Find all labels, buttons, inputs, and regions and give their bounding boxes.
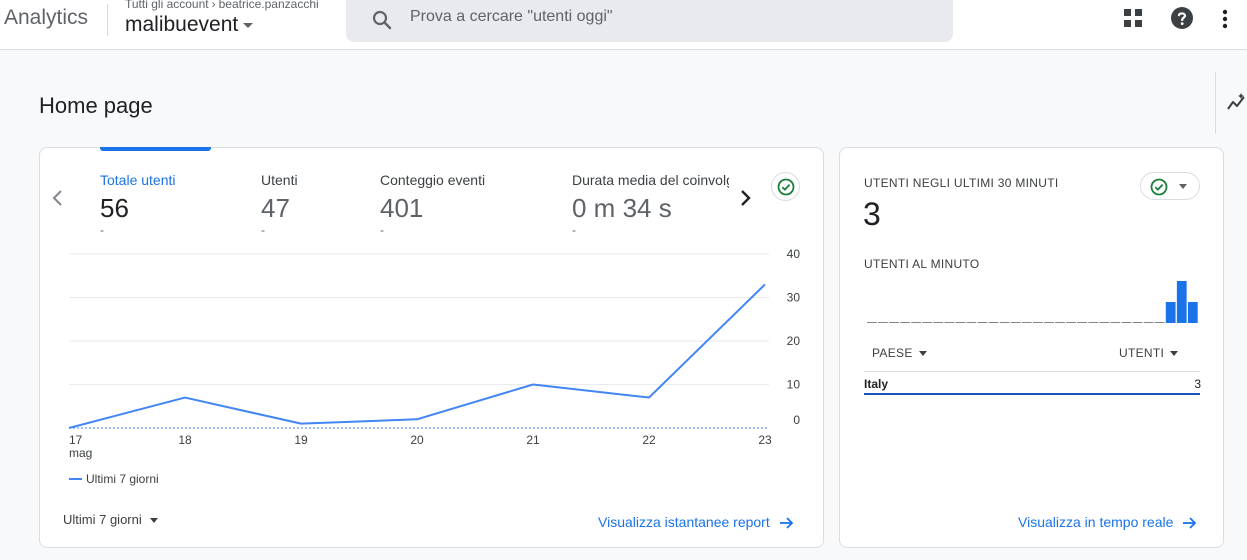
property-name: malibuevent [125,13,239,36]
minute-bar [1110,322,1121,323]
header-label: PAESE [872,346,913,360]
minute-bar [911,322,922,323]
link-label: Visualizza in tempo reale [1018,514,1174,530]
x-tick-label: 18 [178,433,192,447]
legend-swatch [69,478,82,480]
y-tick-label: 20 [787,334,801,348]
minute-bar [1055,322,1065,323]
right-rail-divider [1215,72,1216,134]
minute-bar [966,322,977,323]
app-name[interactable]: Analytics [4,6,88,30]
minute-bar [1021,322,1032,323]
caret-down-icon [149,518,158,524]
minute-bar [1176,281,1187,323]
account-breadcrumb[interactable]: Tutti gli account › beatrice.panzacchi [125,0,319,11]
x-tick-sublabel: mag [69,446,92,460]
x-tick-label: 21 [526,433,540,447]
apps-icon[interactable] [1123,8,1143,28]
series-line [68,283,766,429]
y-tick-label: 30 [787,291,801,305]
x-tick-label: 23 [758,433,772,447]
minute-bar [1044,322,1054,323]
minute-bar [889,322,899,323]
insights-icon[interactable] [1226,92,1247,112]
search-icon [372,10,392,30]
data-quality-dropdown[interactable] [1140,172,1200,200]
view-realtime-link[interactable]: Visualizza in tempo reale [1018,514,1197,530]
caret-down-icon [1179,184,1187,189]
y-tick-label: 10 [787,378,801,392]
more-vert-icon[interactable] [1215,6,1235,32]
date-range-label: Ultimi 7 giorni [63,512,142,527]
link-label: Visualizza istantanee report [598,514,770,530]
users-line-chart: 0 10 20 30 40 17mag 18 19 20 21 22 23 [68,247,801,460]
overview-card: Totale utenti 56 - Utenti 47 - Conteggio… [39,147,824,548]
per-minute-label: UTENTI AL MINUTO [864,257,980,271]
property-selector[interactable]: malibuevent [125,13,254,37]
minute-bar [1143,322,1154,323]
minute-bar [1010,322,1021,323]
x-tick-label: 20 [410,433,424,447]
date-range-selector[interactable]: Ultimi 7 giorni [63,512,158,527]
header-divider [107,4,108,36]
table-row-bar [864,393,1200,395]
x-tick-label: 19 [294,433,308,447]
minute-bar [1099,322,1110,323]
breadcrumb-root: Tutti gli account [125,0,209,11]
caret-down-icon [1170,351,1179,357]
arrow-right-icon [1183,517,1197,529]
table-row-country: Italy [864,377,889,391]
legend-label: Ultimi 7 giorni [86,472,159,486]
breadcrumb-chevron-icon: › [211,0,216,11]
minute-bar [1165,302,1176,323]
minute-bar [1066,322,1076,323]
search-bar[interactable]: Prova a cercare "utenti oggi" [346,0,953,42]
table-header-divider [864,371,1200,372]
caret-down-icon [918,351,927,357]
top-bar: Analytics Tutti gli account › beatrice.pan… [0,0,1247,50]
realtime-title: UTENTI NEGLI ULTIMI 30 MINUTI [864,176,1059,190]
minute-bar [1132,322,1143,323]
minute-bar [900,322,910,323]
minute-bar [977,322,988,323]
minute-bar [878,322,888,323]
minute-bar [999,322,1010,323]
minute-bar [1154,322,1165,323]
x-tick-label: 17 [69,433,83,447]
caret-down-icon [243,22,254,28]
search-input[interactable]: Prova a cercare "utenti oggi" [410,8,613,26]
minute-bar [933,322,944,323]
minute-bar [1033,322,1043,323]
minute-bar [867,322,877,323]
header-label: UTENTI [1119,346,1165,360]
view-reports-snapshot-link[interactable]: Visualizza istantanee report [598,514,794,530]
minute-bar [955,322,966,323]
table-row-users: 3 [1194,377,1201,391]
breadcrumb-account: beatrice.panzacchi [218,0,319,11]
realtime-value: 3 [863,196,881,232]
minute-bar [1121,322,1132,323]
arrow-right-icon [779,517,794,529]
x-tick-label: 22 [642,433,656,447]
column-header-country[interactable]: PAESE [872,346,927,360]
check-circle-icon [1150,178,1168,196]
realtime-card: UTENTI NEGLI ULTIMI 30 MINUTI 3 UTENTI A… [839,147,1224,548]
y-tick-label: 40 [787,247,801,261]
users-per-minute-chart [867,281,1198,323]
minute-bar [1187,302,1198,323]
minute-bar [922,322,933,323]
help-icon[interactable] [1170,6,1194,30]
minute-bar [1088,322,1099,323]
minute-bar [988,322,999,323]
y-tick-label: 0 [793,413,800,427]
minute-bar [944,322,955,323]
column-header-users[interactable]: UTENTI [1119,346,1179,360]
page-title: Home page [39,93,153,118]
minute-bar [1077,322,1088,323]
